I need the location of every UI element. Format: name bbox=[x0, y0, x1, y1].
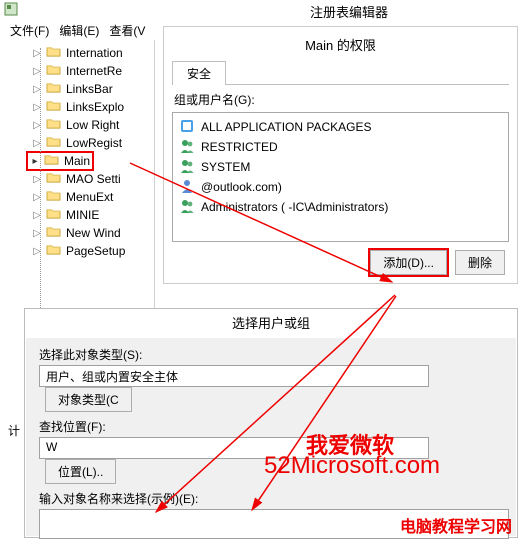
tree-item[interactable]: ▷MenuExt bbox=[0, 188, 154, 206]
left-cut-text: 计 bbox=[8, 422, 20, 439]
select-user-dialog: 选择用户或组 选择此对象类型(S): 用户、组或内置安全主体 对象类型(C 查找… bbox=[24, 308, 518, 538]
list-item[interactable]: RESTRICTED bbox=[175, 137, 506, 157]
list-item-label: RESTRICTED bbox=[201, 140, 278, 154]
folder-icon bbox=[46, 207, 62, 223]
tree-item-label: Main bbox=[64, 154, 90, 168]
list-item[interactable]: ALL APPLICATION PACKAGES bbox=[175, 117, 506, 137]
location-label: 查找位置(F): bbox=[39, 418, 503, 435]
tabstrip: 安全 bbox=[172, 60, 509, 85]
app-icon bbox=[4, 2, 18, 19]
menu-file[interactable]: 文件(F) bbox=[10, 22, 49, 39]
folder-icon bbox=[46, 63, 62, 79]
app-title: 注册表编辑器 bbox=[180, 0, 518, 23]
locations-button[interactable]: 位置(L).. bbox=[45, 459, 116, 484]
list-item-label: @outlook.com) bbox=[201, 180, 282, 194]
permissions-title: Main 的权限 bbox=[164, 27, 517, 60]
tree-item-label: LinksExplo bbox=[66, 100, 124, 114]
list-item[interactable]: @outlook.com) bbox=[175, 177, 506, 197]
object-types-button[interactable]: 对象类型(C bbox=[45, 387, 132, 412]
tree-item[interactable]: ▷LinksBar bbox=[0, 80, 154, 98]
user-icon bbox=[179, 178, 195, 197]
object-names-input[interactable] bbox=[39, 509, 509, 539]
object-type-field: 用户、组或内置安全主体 bbox=[39, 365, 429, 387]
list-item-label: Administrators ( -IC\Administrators) bbox=[201, 200, 388, 214]
group-icon bbox=[179, 198, 195, 217]
list-item-label: ALL APPLICATION PACKAGES bbox=[201, 120, 372, 134]
package-icon bbox=[179, 118, 195, 137]
folder-icon bbox=[46, 243, 62, 259]
object-type-label: 选择此对象类型(S): bbox=[39, 346, 503, 363]
tab-security[interactable]: 安全 bbox=[172, 61, 226, 85]
tree-item[interactable]: ▷MINIE bbox=[0, 206, 154, 224]
tree-item[interactable]: ▷Low Right bbox=[0, 116, 154, 134]
tree-item-label: Internation bbox=[66, 46, 123, 60]
folder-icon bbox=[46, 225, 62, 241]
tree-item[interactable]: ▷PageSetup bbox=[0, 242, 154, 260]
group-users-label: 组或用户名(G): bbox=[174, 91, 509, 108]
permissions-dialog: Main 的权限 安全 组或用户名(G): ALL APPLICATION PA… bbox=[163, 26, 518, 284]
location-field: W bbox=[39, 437, 429, 459]
folder-icon bbox=[46, 117, 62, 133]
tree-item[interactable]: ▷Internation bbox=[0, 44, 154, 62]
tree-item-label: New Wind bbox=[66, 226, 121, 240]
tree-item-label: MINIE bbox=[66, 208, 99, 222]
list-item[interactable]: Administrators ( -IC\Administrators) bbox=[175, 197, 506, 217]
folder-icon bbox=[46, 99, 62, 115]
tree-item[interactable]: ▷InternetRe bbox=[0, 62, 154, 80]
select-dialog-title: 选择用户或组 bbox=[25, 309, 517, 338]
object-names-label: 输入对象名称来选择(示例)(E): bbox=[39, 490, 503, 507]
menu-edit[interactable]: 编辑(E) bbox=[59, 22, 99, 39]
expand-icon[interactable]: ▸ bbox=[30, 156, 40, 167]
folder-icon bbox=[46, 81, 62, 97]
tree-guide-line bbox=[40, 48, 41, 308]
folder-icon bbox=[46, 135, 62, 151]
folder-icon bbox=[46, 171, 62, 187]
add-button[interactable]: 添加(D)... bbox=[370, 250, 447, 275]
tree-item-label: LinksBar bbox=[66, 82, 113, 96]
group-icon bbox=[179, 158, 195, 177]
tree-item-label: LowRegist bbox=[66, 136, 122, 150]
tree-item[interactable]: ▷LinksExplo bbox=[0, 98, 154, 116]
menu-view[interactable]: 查看(V bbox=[109, 22, 145, 39]
tree-item-label: Low Right bbox=[66, 118, 119, 132]
list-item[interactable]: SYSTEM bbox=[175, 157, 506, 177]
users-listbox[interactable]: ALL APPLICATION PACKAGES RESTRICTED SYSTEM… bbox=[172, 112, 509, 242]
tree-item-label: MenuExt bbox=[66, 190, 113, 204]
tree-item[interactable]: ▷LowRegist bbox=[0, 134, 154, 152]
folder-icon bbox=[46, 189, 62, 205]
group-icon bbox=[179, 138, 195, 157]
folder-icon bbox=[46, 45, 62, 61]
tree-item-label: InternetRe bbox=[66, 64, 122, 78]
folder-icon bbox=[44, 153, 60, 169]
remove-button[interactable]: 删除 bbox=[455, 250, 505, 275]
menubar: 文件(F) 编辑(E) 查看(V bbox=[0, 20, 158, 41]
tree-item[interactable]: ▷New Wind bbox=[0, 224, 154, 242]
tree-item-label: MAO Setti bbox=[66, 172, 121, 186]
tree-item-label: PageSetup bbox=[66, 244, 125, 258]
tree-item[interactable]: ▸ Main bbox=[0, 152, 154, 170]
tree-item[interactable]: ▷MAO Setti bbox=[0, 170, 154, 188]
list-item-label: SYSTEM bbox=[201, 160, 250, 174]
